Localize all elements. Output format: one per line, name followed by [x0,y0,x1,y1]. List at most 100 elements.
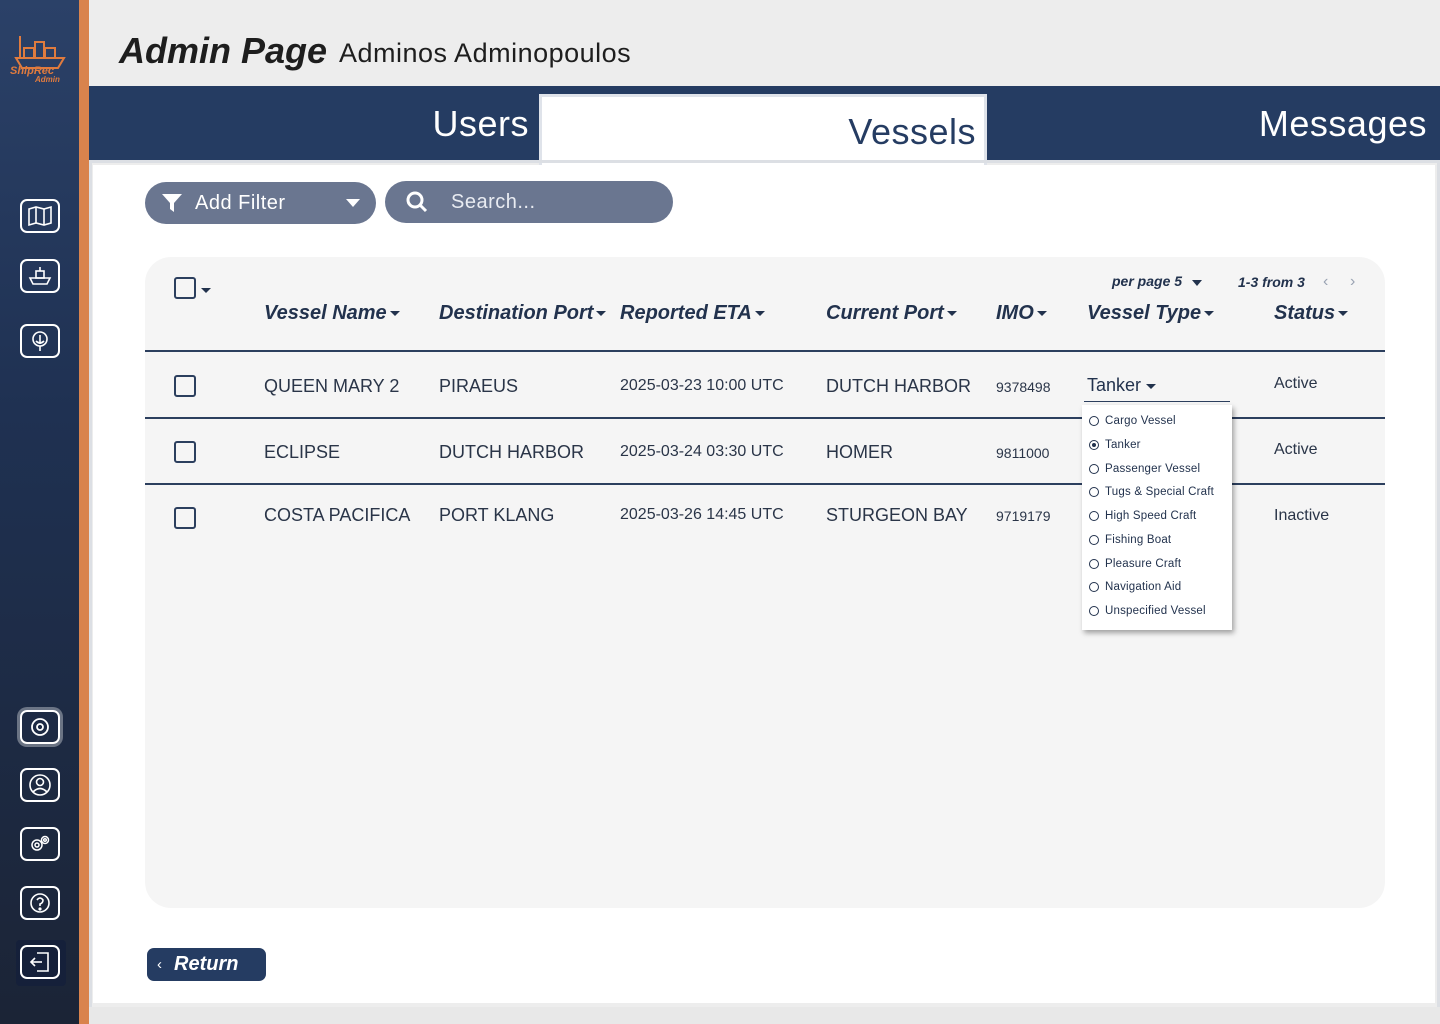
filter-icon [162,194,182,212]
profile-nav-button[interactable] [20,768,60,802]
vessel-name: QUEEN MARY 2 [264,376,400,396]
radio-icon [1089,511,1099,521]
current-port: STURGEON BAY [826,505,968,525]
search-input[interactable] [449,189,653,215]
vessel-type-option[interactable]: Unspecified Vessel [1089,601,1206,621]
page-title: Admin Page [119,30,328,71]
column-header-status[interactable]: Status [1274,302,1349,325]
radio-icon [1089,487,1099,497]
sort-icon [946,311,957,317]
current-port: HOMER [826,442,893,462]
current-port: DUTCH HARBOR [826,376,972,396]
reported-eta: 2025-03-26 14:45 UTC [620,506,784,523]
return-label: Return [174,953,239,975]
vessel-type-option[interactable]: Pleasure Craft [1089,554,1181,574]
search-box[interactable] [385,181,673,223]
add-filter-label: Add Filter [195,191,286,214]
sidebar-accent-strip [79,0,89,1024]
profile-icon [29,774,51,796]
sidebar [0,0,79,1024]
radio-icon [1089,606,1099,616]
option-label: Passenger Vessel [1105,463,1201,475]
vessel-type-option[interactable]: Passenger Vessel [1089,459,1200,479]
per-page-selector[interactable]: per page 5 [1112,273,1182,289]
option-label: Fishing Boat [1105,534,1172,546]
option-label: High Speed Craft [1105,510,1197,522]
column-header-vessel-type[interactable]: Vessel Type [1087,302,1215,325]
chevron-down-icon [1146,383,1157,389]
chevron-down-icon [346,199,360,207]
imo-number: 9719179 [996,508,1051,524]
next-page-icon[interactable]: › [1350,273,1355,291]
radio-icon [1089,416,1099,426]
option-label: Tanker [1105,439,1141,451]
sort-icon [389,311,400,317]
destination-port: DUTCH HARBOR [439,442,585,462]
column-label: Current Port [826,302,944,324]
admin-settings-nav-button[interactable] [20,710,60,744]
sort-icon [1036,311,1047,317]
reported-eta: 2025-03-24 03:30 UTC [620,443,784,460]
vessel-name: COSTA PACIFICA [264,505,411,525]
destination-port: PIRAEUS [439,376,519,396]
option-label: Pleasure Craft [1105,558,1182,570]
vessel-type-value: Tanker [1087,375,1142,395]
row-checkbox[interactable] [174,375,196,397]
column-header-destination-port[interactable]: Destination Port [439,302,607,325]
vessel-type-option[interactable]: Tugs & Special Craft [1089,482,1214,502]
pagination-range: 1-3 from 3 [1238,274,1305,290]
column-label: Vessel Name [264,302,387,324]
status-text: Inactive [1274,507,1330,524]
per-page-value: 5 [1174,273,1183,289]
settings-nav-button[interactable] [20,827,60,861]
prev-page-icon[interactable]: ‹ [1323,273,1328,291]
vessels-nav-button[interactable] [20,259,60,293]
tab-vessels[interactable]: Vessels [539,94,987,166]
vessel-type-option[interactable]: Navigation Aid [1089,577,1181,597]
option-label: Tugs & Special Craft [1105,486,1215,498]
ports-nav-button[interactable] [20,324,60,358]
option-label: Cargo Vessel [1105,415,1176,427]
radio-icon [1089,559,1099,569]
column-header-vessel-name[interactable]: Vessel Name [264,302,400,325]
per-page-chevron-icon[interactable] [1192,280,1202,286]
sort-icon [754,311,765,317]
vessel-type-select[interactable]: Tanker [1087,375,1157,396]
option-label: Navigation Aid [1105,581,1182,593]
logout-button[interactable] [20,945,60,979]
logo-subtext: Admin [35,75,60,84]
admin-user-name: Adminos Adminopoulos [339,38,632,68]
bottom-strip [89,1007,1440,1024]
select-all-dropdown-icon[interactable] [201,288,211,293]
search-icon [406,191,428,213]
logout-icon [29,952,49,972]
vessel-type-option[interactable]: Fishing Boat [1089,530,1171,550]
row-checkbox[interactable] [174,441,196,463]
vessel-type-underline [1084,401,1230,402]
radio-icon [1089,464,1099,474]
tab-users[interactable]: Users [89,86,529,162]
vessel-type-option[interactable]: Tanker [1089,435,1141,455]
sort-icon [596,311,607,317]
radio-selected-icon [1089,440,1099,450]
tab-messages[interactable]: Messages [989,86,1427,162]
vessel-name: ECLIPSE [264,442,341,462]
add-filter-button[interactable]: Add Filter [145,182,376,224]
ship-icon [28,267,52,285]
row-checkbox[interactable] [174,507,196,529]
map-icon [28,205,52,227]
option-label: Unspecified Vessel [1105,605,1206,617]
column-header-reported-eta[interactable]: Reported ETA [620,302,765,325]
select-all-checkbox[interactable] [174,277,196,299]
return-button[interactable]: ‹ Return [147,948,266,981]
status-text: Active [1274,375,1318,392]
column-label: IMO [996,302,1034,324]
column-header-imo[interactable]: IMO [996,302,1047,325]
map-nav-button[interactable] [20,199,60,233]
vessel-type-option[interactable]: Cargo Vessel [1089,411,1176,431]
column-header-current-port[interactable]: Current Port [826,302,957,325]
column-label: Vessel Type [1087,302,1202,324]
vessel-type-option[interactable]: High Speed Craft [1089,506,1196,526]
help-nav-button[interactable] [20,886,60,920]
reported-eta: 2025-03-23 10:00 UTC [620,377,784,394]
